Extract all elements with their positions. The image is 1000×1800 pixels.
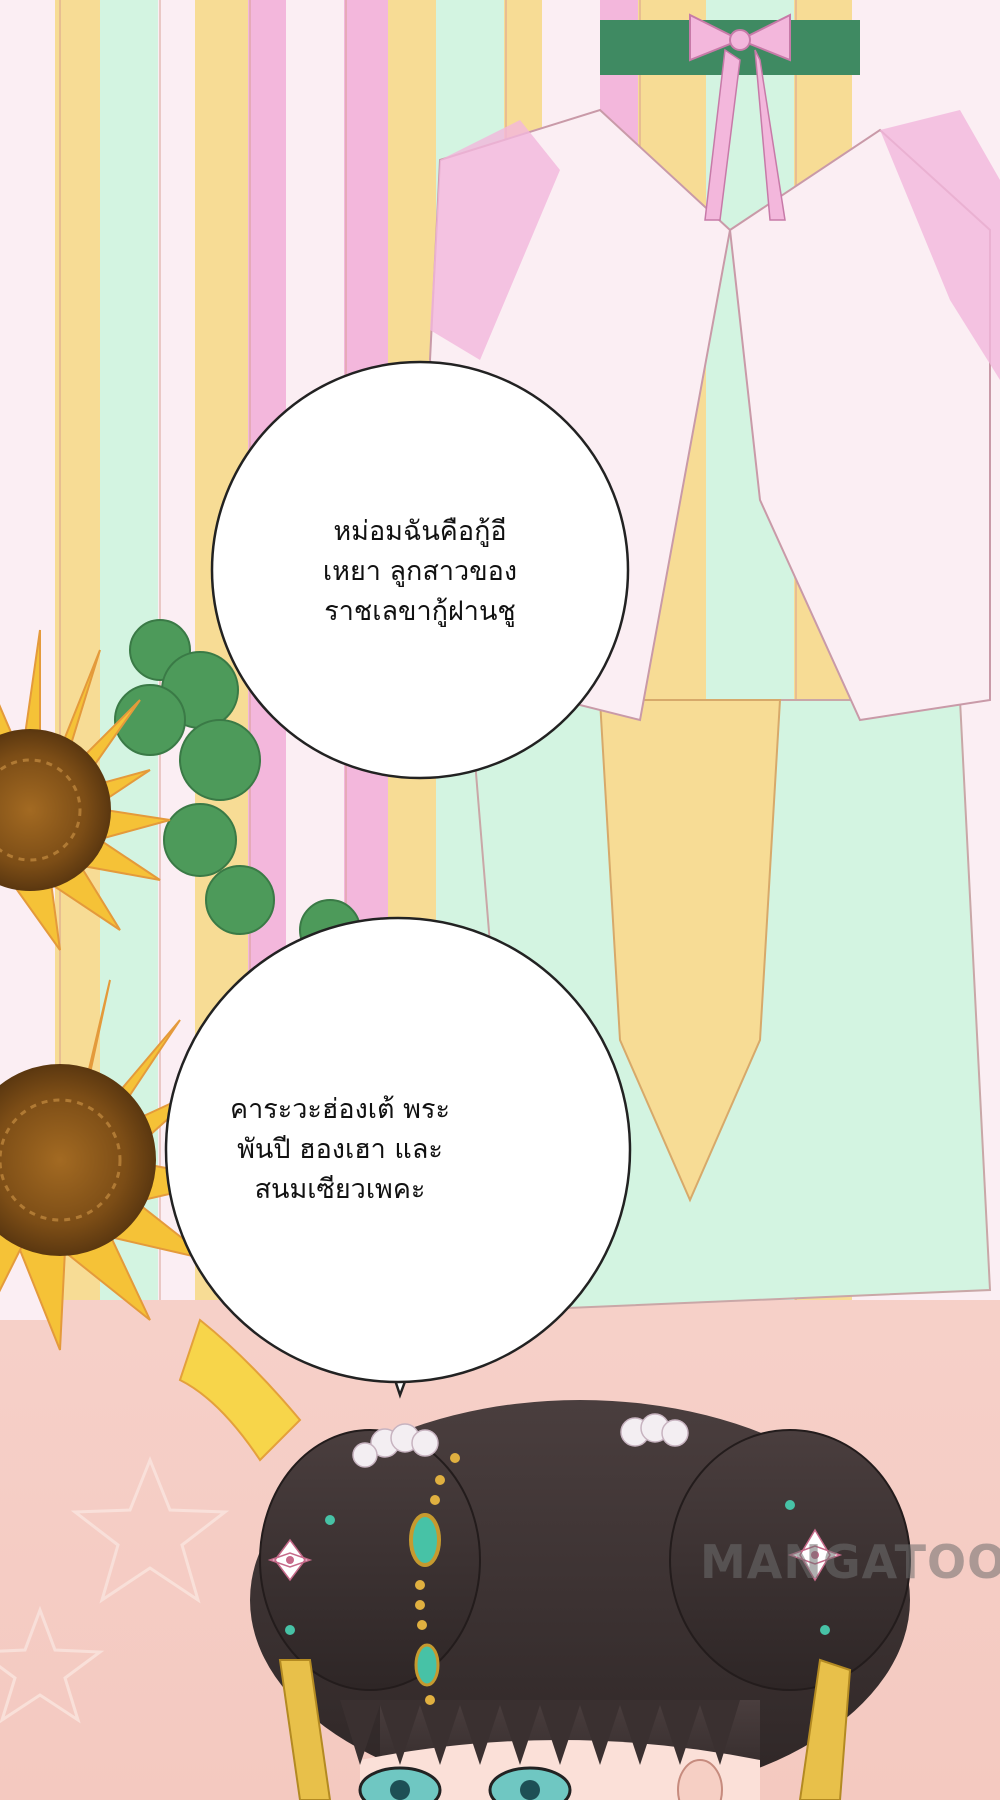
speech-bubble-2-line-1: คาระวะฮ่องเต้ พระ <box>230 1094 450 1125</box>
speech-bubble-1-line-3: ราชเลขากู้ฝานชู <box>324 596 516 627</box>
speech-bubble-2-line-2: พันปี ฮองเฮา และ <box>237 1134 443 1165</box>
comic-panel: หม่อมฉันคือกู้อี เหยา ลูกสาวของ ราชเลขาก… <box>0 0 1000 1800</box>
comic-artwork <box>0 0 1000 1800</box>
speech-bubble-1-line-2: เหยา ลูกสาวของ <box>322 556 518 587</box>
speech-bubble-2-text: คาระวะฮ่องเต้ พระ พันปี ฮองเฮา และ สนมเซ… <box>190 1090 490 1210</box>
watermark-logo: MANGATOON <box>700 1535 1000 1605</box>
speech-bubble-1-text: หม่อมฉันคือกู้อี เหยา ลูกสาวของ ราชเลขาก… <box>270 512 570 632</box>
speech-bubble-1-line-1: หม่อมฉันคือกู้อี <box>333 516 507 547</box>
watermark-text: MANGATOON <box>700 1535 1000 1589</box>
speech-bubble-2-line-3: สนมเซียวเพคะ <box>254 1174 426 1205</box>
